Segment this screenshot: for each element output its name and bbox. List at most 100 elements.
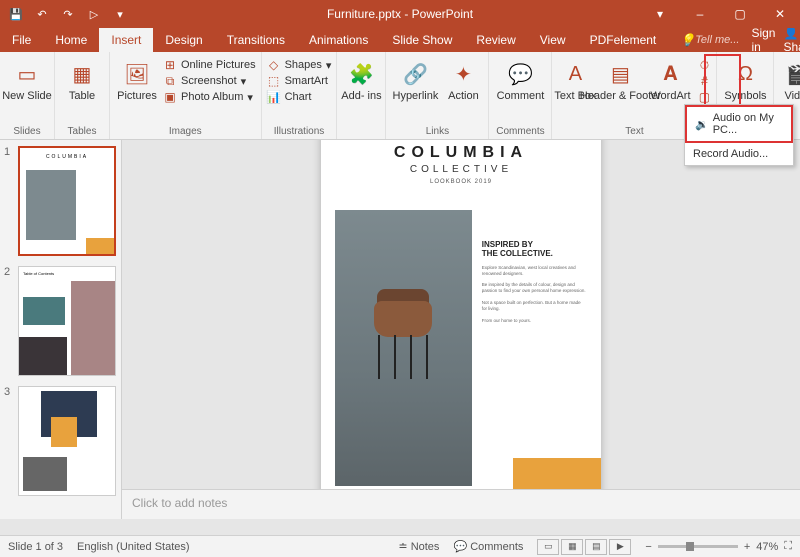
slide-subtitle[interactable]: COLLECTIVE	[321, 164, 601, 175]
header-footer-button[interactable]: ▤Header & Footer	[597, 54, 643, 102]
audio-dropdown-menu: 🔉 Audio on My PC... Record Audio...	[684, 104, 794, 166]
online-pictures-label: Online Pictures	[181, 59, 256, 71]
fit-to-window-button[interactable]: ⛶	[784, 540, 792, 553]
pictures-button[interactable]: 🖼Pictures	[115, 54, 159, 102]
group-comments: 💬Comment Comments	[489, 52, 552, 139]
start-slideshow-button[interactable]: ▷	[82, 3, 106, 25]
tab-animations[interactable]: Animations	[297, 28, 380, 52]
smartart-button[interactable]: ⬚SmartArt	[267, 74, 332, 88]
zoom-percent[interactable]: 47%	[756, 541, 778, 553]
group-label-tables: Tables	[60, 126, 104, 139]
shapes-button[interactable]: ◇Shapes ▾	[267, 58, 332, 72]
normal-view-button[interactable]: ▭	[537, 539, 559, 555]
notes-toggle[interactable]: ≐ Notes	[398, 540, 439, 553]
new-slide-button[interactable]: ▭New Slide	[5, 54, 49, 102]
tab-design[interactable]: Design	[153, 28, 214, 52]
smartart-label: SmartArt	[285, 75, 328, 87]
tab-view[interactable]: View	[528, 28, 578, 52]
slide-para-4: From our home to yours.	[482, 318, 587, 324]
tell-me-search[interactable]: 💡 Tell me...	[668, 28, 751, 52]
thumb-preview-2[interactable]: Table of Contents	[18, 266, 116, 376]
comment-button[interactable]: 💬Comment	[494, 54, 546, 102]
wordart-button[interactable]: 𝐀WordArt	[647, 54, 693, 102]
window-title: Furniture.pptx - PowerPoint	[327, 7, 473, 21]
tab-slideshow[interactable]: Slide Show	[380, 28, 464, 52]
zoom-in-button[interactable]: +	[744, 541, 750, 553]
table-button[interactable]: ▦Table	[60, 54, 104, 102]
group-label-links: Links	[391, 126, 483, 139]
chart-button[interactable]: 📊Chart	[267, 90, 332, 104]
redo-button[interactable]: ↷	[56, 3, 80, 25]
photo-album-button[interactable]: ▣Photo Album ▾	[163, 90, 256, 104]
tab-review[interactable]: Review	[464, 28, 527, 52]
thumb-num-1: 1	[4, 146, 14, 256]
thumb-preview-1[interactable]: COLUMBIA	[18, 146, 116, 256]
tab-insert[interactable]: Insert	[99, 28, 153, 52]
thumb-num-3: 3	[4, 386, 14, 496]
notes-pane[interactable]: Click to add notes	[122, 489, 800, 519]
undo-button[interactable]: ↶	[30, 3, 54, 25]
sign-in-link[interactable]: Sign in	[751, 26, 775, 54]
zoom-thumb[interactable]	[686, 542, 694, 551]
sorter-view-button[interactable]: ▦	[561, 539, 583, 555]
video-button[interactable]: 🎬Video	[779, 54, 800, 102]
account-area: Sign in 👤 Share	[751, 28, 800, 52]
slide-1[interactable]: COLUMBIA COLLECTIVE LOOKBOOK 2019 INSPIR…	[321, 140, 601, 489]
tab-pdfelement[interactable]: PDFelement	[578, 28, 669, 52]
action-button[interactable]: ✦Action	[443, 54, 483, 102]
thumbnail-2[interactable]: 2 Table of Contents	[4, 266, 117, 376]
tab-file[interactable]: File	[0, 28, 43, 52]
tab-home[interactable]: Home	[43, 28, 99, 52]
qat-customize-button[interactable]: ▾	[108, 3, 132, 25]
save-button[interactable]: 💾	[4, 3, 28, 25]
title-bar: 💾 ↶ ↷ ▷ ▾ Furniture.pptx - PowerPoint ▾ …	[0, 0, 800, 28]
table-label: Table	[69, 90, 95, 102]
tab-transitions[interactable]: Transitions	[215, 28, 297, 52]
chair-image[interactable]	[335, 210, 472, 486]
slide-indicator[interactable]: Slide 1 of 3	[8, 541, 63, 553]
screenshot-button[interactable]: ⧉Screenshot ▾	[163, 74, 256, 88]
symbols-label: Symbols	[724, 90, 766, 102]
zoom-out-button[interactable]: −	[645, 541, 651, 553]
quick-access-toolbar: 💾 ↶ ↷ ▷ ▾	[0, 3, 132, 25]
share-button[interactable]: 👤 Share	[783, 26, 800, 54]
comments-toggle[interactable]: 💬 Comments	[453, 540, 523, 553]
comments-label: Comments	[470, 541, 523, 553]
shapes-label: Shapes	[285, 59, 322, 71]
thumb-preview-3[interactable]	[18, 386, 116, 496]
hyperlink-label: Hyperlink	[393, 90, 439, 102]
online-pictures-button[interactable]: ⊞Online Pictures	[163, 58, 256, 72]
minimize-button[interactable]: –	[680, 0, 720, 28]
addins-button[interactable]: 🧩Add- ins	[342, 54, 380, 102]
slide-tagline[interactable]: LOOKBOOK 2019	[321, 179, 601, 185]
close-button[interactable]: ✕	[760, 0, 800, 28]
photo-album-label: Photo Album	[181, 91, 243, 103]
slide-number-button[interactable]: #	[697, 74, 711, 88]
hyperlink-icon: 🔗	[401, 60, 429, 88]
audio-on-my-pc-item[interactable]: 🔉 Audio on My PC...	[685, 105, 793, 143]
date-time-button[interactable]: ⏱	[697, 58, 711, 72]
record-audio-item[interactable]: Record Audio...	[685, 143, 793, 165]
slideshow-view-button[interactable]: ▶	[609, 539, 631, 555]
thumbnail-1[interactable]: 1 COLUMBIA	[4, 146, 117, 256]
slide-text-block[interactable]: INSPIRED BY THE COLLECTIVE. Explore Scan…	[482, 210, 587, 486]
new-slide-label: New Slide	[2, 90, 52, 102]
group-illustrations: ◇Shapes ▾ ⬚SmartArt 📊Chart Illustrations	[262, 52, 338, 139]
language-indicator[interactable]: English (United States)	[77, 541, 190, 553]
orange-accent-block[interactable]	[513, 458, 601, 490]
hyperlink-button[interactable]: 🔗 Hyperlink	[391, 54, 439, 102]
ribbon-options-button[interactable]: ▾	[640, 0, 680, 28]
symbols-button[interactable]: ΩSymbols	[722, 54, 768, 102]
slide-canvas[interactable]: COLUMBIA COLLECTIVE LOOKBOOK 2019 INSPIR…	[122, 140, 800, 489]
reading-view-button[interactable]: ▤	[585, 539, 607, 555]
date-icon: ⏱	[697, 58, 711, 72]
addins-label: Add- ins	[341, 90, 381, 102]
maximize-button[interactable]: ▢	[720, 0, 760, 28]
slide-thumbnails-panel[interactable]: 1 COLUMBIA 2 Table of Contents 3	[0, 140, 122, 519]
zoom-slider[interactable]	[658, 545, 738, 548]
comment-label: Comment	[497, 90, 545, 102]
window-controls: ▾ – ▢ ✕	[640, 0, 800, 28]
thumbnail-3[interactable]: 3	[4, 386, 117, 496]
object-button[interactable]: ▢	[697, 90, 711, 104]
slide-title[interactable]: COLUMBIA	[321, 144, 601, 162]
